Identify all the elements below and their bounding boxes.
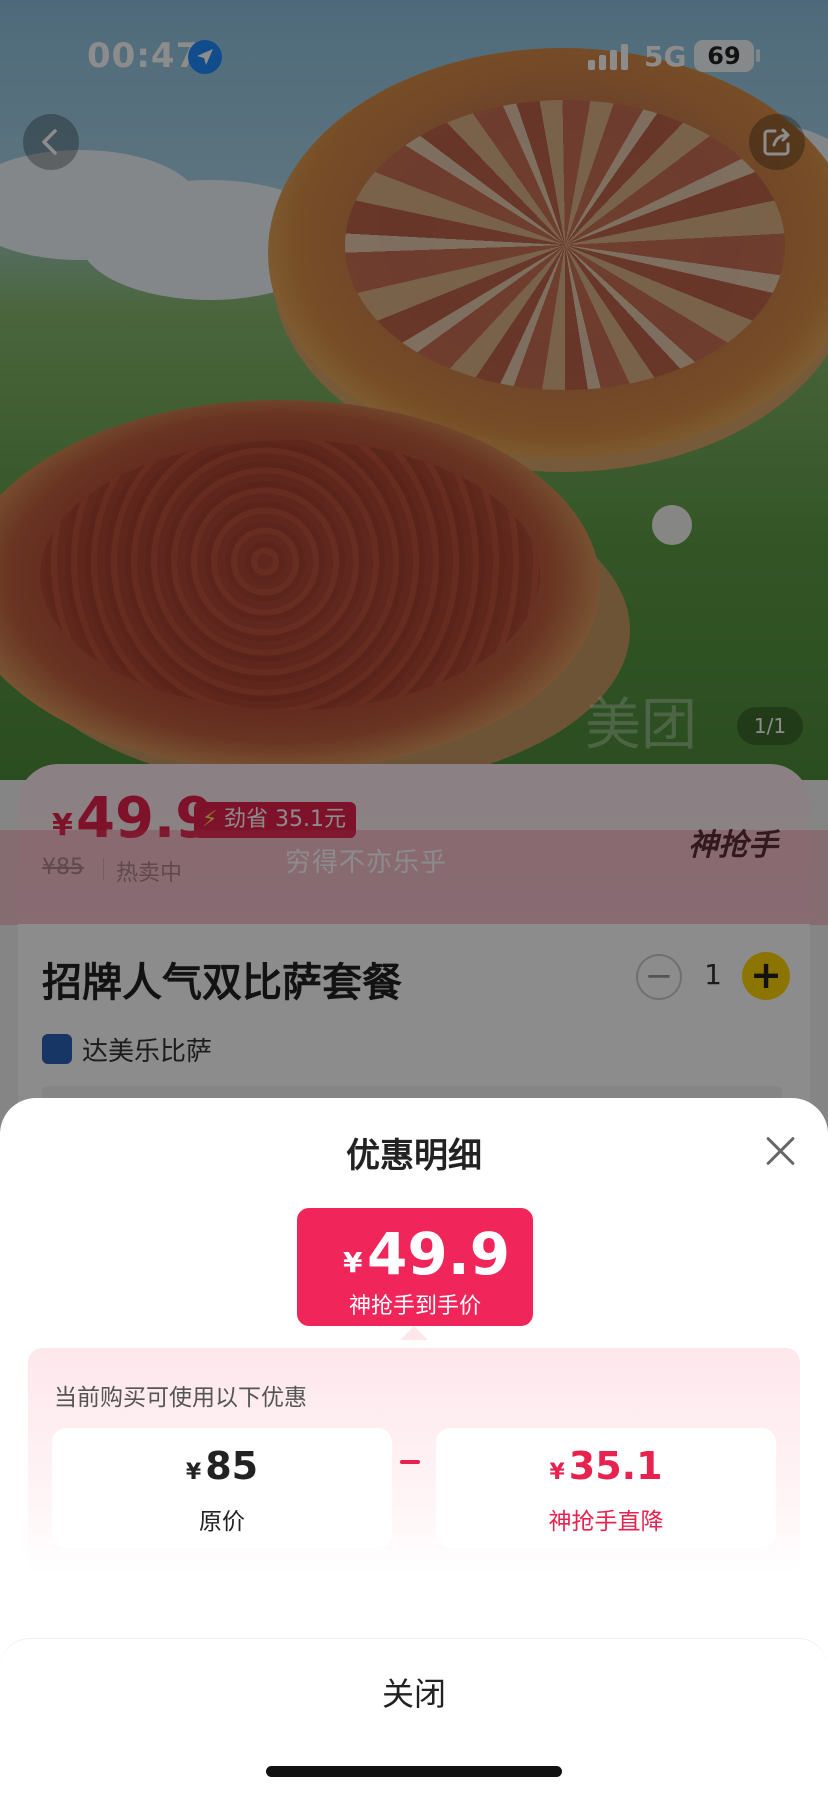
pointer-arrow [400,1326,428,1340]
close-button[interactable]: 关闭 [0,1639,828,1751]
original-price-card: ¥85 原价 [52,1428,392,1548]
final-price-value: 49.9 [367,1220,511,1288]
direct-discount-card: ¥35.1 神抢手直降 [436,1428,776,1548]
final-price-currency: ¥ [343,1246,363,1279]
close-icon[interactable] [762,1132,800,1170]
discount-detail-sheet: 优惠明细 ¥ 49.9 神抢手到手价 当前购买可使用以下优惠 ¥85 原价 ¥3… [0,1098,828,1795]
panel-note: 当前购买可使用以下优惠 [54,1385,307,1411]
sheet-title: 优惠明细 [346,1136,482,1176]
final-price-box: ¥ 49.9 神抢手到手价 [297,1208,533,1326]
original-value: 85 [205,1444,259,1488]
original-price-value-row: ¥85 [52,1444,392,1488]
discount-currency: ¥ [549,1460,565,1485]
home-indicator[interactable] [266,1766,562,1777]
discount-value: 35.1 [568,1444,663,1488]
original-currency: ¥ [185,1460,202,1485]
discount-panel: 当前购买可使用以下优惠 ¥85 原价 ¥35.1 神抢手直降 [28,1348,800,1574]
discount-value-row: ¥35.1 [436,1444,776,1488]
original-label: 原价 [199,1509,245,1535]
final-price-label: 神抢手到手价 [348,1294,481,1319]
discount-label: 神抢手直降 [548,1509,664,1535]
minus-icon [400,1460,420,1464]
